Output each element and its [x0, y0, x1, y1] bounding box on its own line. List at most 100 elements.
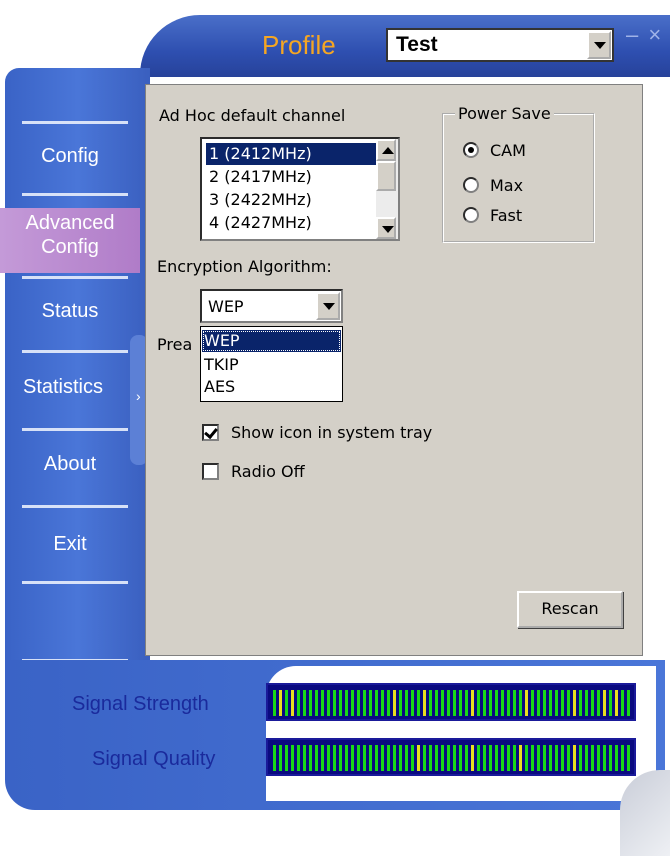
meter-bar: [405, 745, 408, 771]
meter-bar: [513, 690, 516, 716]
list-item[interactable]: 2 (2417MHz): [206, 166, 379, 188]
meter-bar: [627, 690, 630, 716]
meter-bar: [381, 690, 384, 716]
meter-bar: [285, 745, 288, 771]
meter-bar: [585, 690, 588, 716]
meter-bar: [597, 745, 600, 771]
encryption-select[interactable]: WEP: [200, 289, 343, 323]
meter-bar: [315, 690, 318, 716]
list-item[interactable]: WEP: [202, 330, 341, 352]
radio-fast-label: Fast: [490, 206, 523, 225]
meter-bar: [393, 690, 396, 716]
meter-bar: [345, 745, 348, 771]
meter-bar: [375, 745, 378, 771]
rescan-button[interactable]: Rescan: [517, 591, 623, 628]
meter-bar: [339, 690, 342, 716]
meter-bar: [423, 745, 426, 771]
meter-bar: [303, 745, 306, 771]
list-item[interactable]: 1 (2412MHz): [206, 143, 379, 165]
signal-quality-bars: [273, 745, 630, 771]
list-item[interactable]: TKIP: [202, 354, 341, 376]
meter-bar: [291, 690, 294, 716]
adhoc-channel-label: Ad Hoc default channel: [159, 106, 346, 125]
encryption-label: Encryption Algorithm:: [157, 257, 332, 276]
meter-bar: [465, 690, 468, 716]
meter-bar: [447, 690, 450, 716]
sidebar-item-config[interactable]: Config: [0, 145, 140, 168]
list-item[interactable]: AES: [202, 376, 341, 398]
meter-bar: [489, 745, 492, 771]
meter-bar: [363, 690, 366, 716]
radio-cam[interactable]: [463, 142, 479, 158]
meter-bar: [303, 690, 306, 716]
meter-bar: [525, 690, 528, 716]
meter-bar: [531, 690, 534, 716]
meter-bar: [603, 745, 606, 771]
meter-bar: [573, 690, 576, 716]
meter-bar: [411, 690, 414, 716]
meter-bar: [351, 690, 354, 716]
channel-scrollbar[interactable]: [376, 139, 398, 239]
meter-bar: [429, 745, 432, 771]
signal-quality-meter: [266, 738, 636, 776]
meter-bar: [555, 745, 558, 771]
meter-bar: [495, 690, 498, 716]
meter-bar: [375, 690, 378, 716]
chevron-right-icon[interactable]: ›: [136, 388, 141, 404]
meter-bar: [495, 745, 498, 771]
meter-bar: [285, 690, 288, 716]
radio-max[interactable]: [463, 177, 479, 193]
meter-bar: [561, 690, 564, 716]
show-icon-checkbox[interactable]: [202, 424, 219, 441]
meter-bar: [291, 745, 294, 771]
meter-bar: [513, 745, 516, 771]
sidebar-item-about[interactable]: About: [0, 453, 140, 476]
meter-bar: [591, 690, 594, 716]
meter-bar: [435, 745, 438, 771]
profile-select[interactable]: Test: [386, 28, 614, 62]
meter-bar: [573, 745, 576, 771]
meter-bar: [537, 745, 540, 771]
meter-bar: [537, 690, 540, 716]
meter-bar: [453, 745, 456, 771]
meter-bar: [309, 745, 312, 771]
chevron-down-icon[interactable]: [316, 292, 340, 320]
scroll-down-icon[interactable]: [376, 217, 396, 239]
meter-bar: [621, 690, 624, 716]
meter-bar: [615, 690, 618, 716]
radio-off-checkbox[interactable]: [202, 463, 219, 480]
scroll-thumb[interactable]: [376, 161, 396, 191]
scroll-up-icon[interactable]: [376, 139, 396, 161]
sidebar-item-label: Config: [41, 236, 99, 258]
meter-bar: [279, 690, 282, 716]
sidebar-item-statistics[interactable]: Statistics: [0, 376, 126, 399]
sidebar-item-status[interactable]: Status: [0, 300, 140, 323]
encryption-dropdown-list[interactable]: WEP TKIP AES: [200, 326, 343, 402]
window-controls[interactable]: – ×: [626, 22, 663, 48]
sidebar-item-exit[interactable]: Exit: [0, 533, 140, 556]
signal-quality-label: Signal Quality: [92, 748, 216, 770]
meter-bar: [279, 745, 282, 771]
meter-bar: [357, 690, 360, 716]
meter-bar: [297, 690, 300, 716]
meter-bar: [273, 745, 276, 771]
meter-bar: [543, 690, 546, 716]
signal-strength-bars: [273, 690, 630, 716]
meter-bar: [603, 690, 606, 716]
chevron-down-icon[interactable]: [587, 31, 611, 59]
radio-fast[interactable]: [463, 207, 479, 223]
sidebar-item-advanced-config[interactable]: Advanced Config: [0, 208, 140, 273]
meter-bar: [435, 690, 438, 716]
meter-bar: [609, 690, 612, 716]
channel-listbox[interactable]: 1 (2412MHz) 2 (2417MHz) 3 (2422MHz) 4 (2…: [200, 137, 400, 241]
signal-strength-meter: [266, 683, 636, 721]
meter-bar: [399, 690, 402, 716]
list-item[interactable]: 4 (2427MHz): [206, 212, 379, 234]
meter-bar: [423, 690, 426, 716]
list-item[interactable]: 3 (2422MHz): [206, 189, 379, 211]
meter-bar: [501, 690, 504, 716]
meter-bar: [399, 745, 402, 771]
meter-bar: [585, 745, 588, 771]
meter-bar: [507, 690, 510, 716]
meter-bar: [597, 690, 600, 716]
